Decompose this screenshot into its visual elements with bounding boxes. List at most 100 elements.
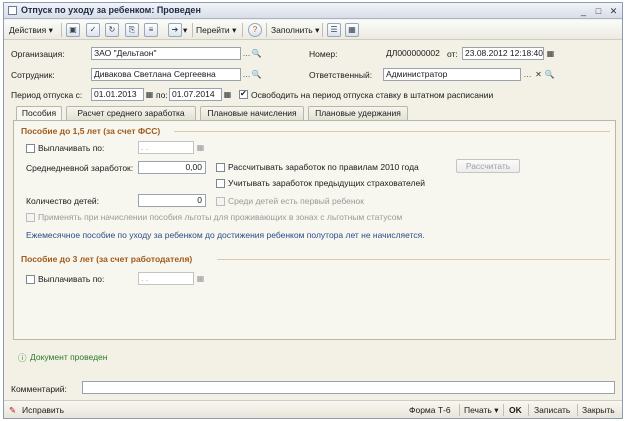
tab-planned-accruals[interactable]: Плановые начисления [200,106,304,120]
chevron-down-icon: ▾ [494,405,499,415]
search-icon[interactable]: 🔍 [251,68,262,81]
tab-average-earnings[interactable]: Расчет среднего заработка [66,106,196,120]
prev-insurers-label: Учитывать заработок предыдущих страховат… [228,178,425,188]
organization-label: Организация: [11,49,65,59]
avg-earnings-field[interactable]: 0,00 [138,161,206,174]
responsible-label: Ответственный: [309,70,373,80]
close-button[interactable]: ✕ [608,6,619,16]
chevron-down-icon: ▾ [315,25,320,35]
pay-until-field[interactable]: . . [138,141,194,154]
toolbar-separator [61,23,62,37]
footer-separator [459,404,460,416]
pay-until-3-field[interactable]: . . [138,272,194,285]
toolbar-separator [322,23,323,37]
list-icon[interactable]: ☰ [327,23,341,37]
benefit-zone-checkbox[interactable] [26,213,35,222]
avg-earnings-label: Среднедневной заработок: [26,163,134,173]
free-rate-checkbox[interactable] [239,89,248,99]
calendar-icon[interactable]: ▦ [222,88,233,101]
pay-until-label: Выплачивать по: [38,143,105,153]
toolbar-separator [266,23,267,37]
arrow-icon[interactable]: ➔ [168,23,182,37]
calendar-icon[interactable]: ▦ [195,272,206,285]
actions-label: Действия [9,25,47,35]
search-icon[interactable]: 🔍 [251,47,262,60]
organization-field[interactable]: ЗАО "Дельтаон" [91,47,241,60]
calendar-icon[interactable]: ▦ [545,47,556,60]
goto-menu[interactable]: Перейти ▾ [196,23,236,37]
prev-insurers-checkbox[interactable] [216,179,225,188]
calculate-button[interactable]: Рассчитать [456,159,520,173]
goto-label: Перейти [196,25,230,35]
ellipsis-icon[interactable]: … [522,68,533,81]
toolbar-separator [242,23,243,37]
save-icon[interactable]: ▣ [66,23,80,37]
pay-until-3-checkbox[interactable] [26,275,35,284]
fix-button[interactable]: Исправить [22,405,64,415]
refresh-icon[interactable]: ↻ [105,23,119,37]
first-child-label: Среди детей есть первый ребенок [228,196,364,206]
section-title-3: Пособие до 3 лет (за счет работодателя) [21,254,193,264]
save-button[interactable]: Записать [534,405,570,415]
calendar-icon[interactable]: ▦ [195,141,206,154]
number-label: Номер: [309,49,338,59]
help-icon[interactable]: ? [248,23,262,37]
from-label: от: [447,49,458,59]
comment-label: Комментарий: [11,384,67,394]
info-message: Ежемесячное пособие по уходу за ребенком… [26,230,425,240]
document-icon [8,6,17,15]
window-title: Отпуск по уходу за ребенком: Проведен [21,5,201,15]
tab-planned-deductions[interactable]: Плановые удержания [308,106,408,120]
children-count-label: Количество детей: [26,196,100,206]
fill-label: Заполнить [271,25,313,35]
toolbar-separator [192,23,193,37]
date-field[interactable]: 23.08.2012 12:18:40 [462,47,544,60]
chevron-down-icon: ▾ [232,25,237,35]
structure-icon[interactable]: ≡ [144,23,158,37]
search-icon[interactable]: 🔍 [544,68,555,81]
tab-benefits[interactable]: Пособия [16,106,62,121]
title-bar: Отпуск по уходу за ребенком: Проведен _ … [4,3,622,19]
free-rate-label: Освободить на период отпуска ставку в шт… [251,90,494,100]
employee-label: Сотрудник: [11,70,55,80]
maximize-button[interactable]: □ [593,6,604,16]
status-info-icon: ⓘ [18,353,27,363]
clear-icon[interactable]: ✕ [533,68,544,81]
minimize-button[interactable]: _ [578,6,589,16]
pay-until-checkbox[interactable] [26,144,35,153]
table-icon[interactable]: ▦ [345,23,359,37]
form-t6-button[interactable]: Форма Т-6 [409,405,451,415]
ok-button[interactable]: OK [509,405,522,415]
calendar-icon[interactable]: ▦ [144,88,155,101]
number-field[interactable]: ДЛ000000002 [383,47,445,60]
period-from-field[interactable]: 01.01.2013 [91,88,144,101]
chevron-down-icon[interactable]: ▾ [183,23,187,37]
print-label: Печать [464,405,492,415]
period-label: Период отпуска с: [11,90,83,100]
chevron-down-icon: ▾ [48,25,53,35]
benefits-panel: Пособие до 1,5 лет (за счет ФСС) Выплачи… [13,120,616,340]
comment-field[interactable] [82,381,615,394]
document-window: Отпуск по уходу за ребенком: Проведен _ … [3,2,623,419]
copy-icon[interactable]: ⎘ [125,23,139,37]
children-count-field[interactable]: 0 [138,194,206,207]
section-divider [174,131,610,132]
edit-icon[interactable]: ✎ [9,405,16,416]
close-form-button[interactable]: Закрыть [582,405,615,415]
section-title-1-5: Пособие до 1,5 лет (за счет ФСС) [21,126,161,136]
footer-separator [528,404,529,416]
responsible-field[interactable]: Администратор [383,68,521,81]
actions-menu[interactable]: Действия ▾ [9,23,53,37]
first-child-checkbox[interactable] [216,197,225,206]
employee-field[interactable]: Дивакова Светлана Сергеевна [91,68,241,81]
rules-2010-checkbox[interactable] [216,163,225,172]
footer-bar: ✎ Исправить Форма Т-6 Печать ▾ OK Записа… [4,400,622,418]
section-divider [217,259,610,260]
post-icon[interactable]: ✓ [86,23,100,37]
period-to-label: по: [156,90,168,100]
footer-separator [503,404,504,416]
footer-separator [577,404,578,416]
print-menu[interactable]: Печать ▾ [464,405,499,416]
period-to-field[interactable]: 01.07.2014 [169,88,222,101]
fill-menu[interactable]: Заполнить ▾ [271,23,319,37]
